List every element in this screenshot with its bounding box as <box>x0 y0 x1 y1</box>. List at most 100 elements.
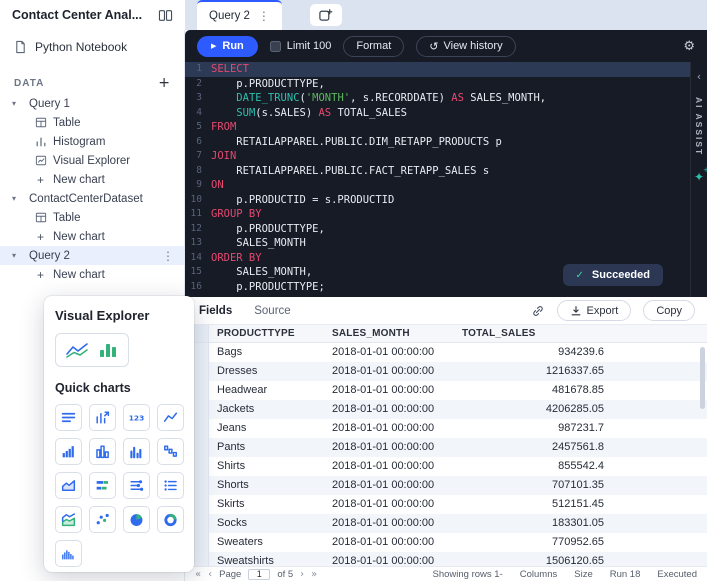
first-page-icon[interactable]: « <box>195 569 201 580</box>
area-icon <box>60 477 77 494</box>
code-line: 12 p.PRODUCTTYPE, <box>185 222 690 237</box>
line-icon <box>162 409 179 426</box>
quick-chart-list[interactable] <box>157 472 184 499</box>
table-row[interactable]: Shirts2018-01-01 00:00:00855542.4 <box>185 457 707 476</box>
cell: 2018-01-01 00:00:00 <box>324 533 454 552</box>
sidebar-item-table[interactable]: Table <box>0 113 184 132</box>
column-header-total_sales[interactable]: TOTAL_SALES <box>454 325 614 342</box>
chevron-down-icon[interactable]: ▾ <box>12 251 23 260</box>
sidebar-item-new-chart[interactable]: +New chart <box>0 265 184 284</box>
item-label: Table <box>53 117 81 129</box>
prev-page-icon[interactable]: ‹ <box>208 569 212 580</box>
quick-chart-dot-plot[interactable] <box>123 472 150 499</box>
quick-chart-histogram[interactable] <box>55 438 82 465</box>
run-button[interactable]: ▶ Run <box>197 36 258 57</box>
cell: 2018-01-01 00:00:00 <box>324 495 454 514</box>
limit-label: Limit 100 <box>287 40 332 52</box>
multi-line-chart-icon[interactable] <box>65 341 89 359</box>
item-menu-icon[interactable]: ⋮ <box>162 249 184 263</box>
quick-chart-donut[interactable] <box>157 506 184 533</box>
tab-fields[interactable]: Fields <box>199 305 232 317</box>
table-row[interactable]: Dresses2018-01-01 00:00:001216337.65 <box>185 362 707 381</box>
table-row[interactable]: Jeans2018-01-01 00:00:00987231.7 <box>185 419 707 438</box>
cell: 183301.05 <box>454 514 614 533</box>
tab-query-2[interactable]: Query 2 ⋮ <box>197 0 282 30</box>
quick-chart-waterfall[interactable] <box>157 438 184 465</box>
table-row[interactable]: Jackets2018-01-01 00:00:004206285.05 <box>185 400 707 419</box>
sql-code-area[interactable]: 1SELECT2 p.PRODUCTTYPE,3 DATE_TRUNC('MON… <box>185 62 690 297</box>
green-column-chart-icon[interactable] <box>97 341 119 359</box>
sidebar-item-query-1[interactable]: ▾Query 1 <box>0 94 184 113</box>
table-row[interactable]: Headwear2018-01-01 00:00:00481678.85 <box>185 381 707 400</box>
table-row[interactable]: Bags2018-01-01 00:00:00934239.6 <box>185 343 707 362</box>
quick-chart-mini-histogram[interactable] <box>55 540 82 567</box>
chevron-down-icon[interactable]: ▾ <box>12 99 23 108</box>
quick-chart-big-number[interactable]: 123 <box>123 404 150 431</box>
quick-chart-area[interactable] <box>55 472 82 499</box>
column-header-producttype[interactable]: PRODUCTTYPE <box>209 325 324 342</box>
add-data-icon[interactable]: + <box>158 76 170 90</box>
size-label[interactable]: Size <box>574 569 592 580</box>
play-icon: ▶ <box>211 42 216 50</box>
quick-chart-pie[interactable] <box>123 506 150 533</box>
status-label: Succeeded <box>592 269 650 281</box>
quick-chart-column[interactable] <box>89 438 116 465</box>
sidebar-item-table[interactable]: Table <box>0 208 184 227</box>
last-page-icon[interactable]: » <box>311 569 317 580</box>
sidebar-item-query-2[interactable]: ▾Query 2⋮ <box>0 246 184 265</box>
table-row[interactable]: Pants2018-01-01 00:00:002457561.8 <box>185 438 707 457</box>
history-icon: ↺ <box>429 40 438 53</box>
table-row[interactable]: Sweaters2018-01-01 00:00:00770952.65 <box>185 533 707 552</box>
table-row[interactable]: Socks2018-01-01 00:00:00183301.05 <box>185 514 707 533</box>
editor-toolbar: ▶ Run Limit 100 Format ↺ View history ⚙ <box>185 30 707 62</box>
table-row[interactable]: Shorts2018-01-01 00:00:00707101.35 <box>185 476 707 495</box>
table-row[interactable]: Sweatshirts2018-01-01 00:00:001506120.65 <box>185 552 707 566</box>
cell: 1216337.65 <box>454 362 614 381</box>
chevron-down-icon[interactable]: ▾ <box>12 194 23 203</box>
quick-chart-table[interactable] <box>55 404 82 431</box>
sidebar-item-new-chart[interactable]: +New chart <box>0 227 184 246</box>
code-line: 10 p.PRODUCTID = s.PRODUCTID <box>185 193 690 208</box>
view-history-button[interactable]: ↺ View history <box>416 36 515 57</box>
link-icon[interactable] <box>531 304 545 318</box>
pivot-icon <box>94 409 111 426</box>
sidebar-item-contactcenterdataset[interactable]: ▾ContactCenterDataset <box>0 189 184 208</box>
histogram-icon <box>34 136 47 147</box>
format-button[interactable]: Format <box>343 36 404 57</box>
ai-assist-strip[interactable]: ‹ AI ASSIST ✦+ <box>690 62 707 297</box>
quick-chart-line[interactable] <box>157 404 184 431</box>
run-label: Run <box>222 40 243 52</box>
quick-chart-scatter[interactable] <box>89 506 116 533</box>
export-button[interactable]: Export <box>557 300 632 321</box>
settings-gear-icon[interactable]: ⚙ <box>683 39 695 54</box>
sidebar-item-new-chart[interactable]: +New chart <box>0 170 184 189</box>
quick-chart-stacked-bar[interactable] <box>89 472 116 499</box>
quick-chart-stacked-area[interactable] <box>55 506 82 533</box>
sidebar-item-python-notebook[interactable]: Python Notebook <box>0 30 184 62</box>
tab-menu-icon[interactable]: ⋮ <box>258 9 270 23</box>
cell: Pants <box>209 438 324 457</box>
results-panel: Fields Source Export Copy PRODUCTTYPESAL… <box>185 297 707 566</box>
columns-label[interactable]: Columns <box>520 569 558 580</box>
ai-sparkle-icon[interactable]: ✦+ <box>694 170 704 184</box>
cell: 2018-01-01 00:00:00 <box>324 476 454 495</box>
sidebar-item-histogram[interactable]: Histogram <box>0 132 184 151</box>
column-header-sales_month[interactable]: SALES_MONTH <box>324 325 454 342</box>
limit-checkbox[interactable] <box>270 41 281 52</box>
results-scrollbar[interactable] <box>700 347 705 409</box>
collapse-ai-panel-icon[interactable]: ‹ <box>697 70 701 83</box>
explorer-chart-buttons[interactable] <box>55 333 129 367</box>
sidebar-item-visual-explorer[interactable]: Visual Explorer <box>0 151 184 170</box>
table-row[interactable]: Skirts2018-01-01 00:00:00512151.45 <box>185 495 707 514</box>
next-page-icon[interactable]: › <box>300 569 304 580</box>
tab-source[interactable]: Source <box>254 305 290 317</box>
quick-chart-grouped-column[interactable] <box>123 438 150 465</box>
copy-button[interactable]: Copy <box>643 300 695 321</box>
new-query-tab-button[interactable] <box>310 4 342 26</box>
cell: Shirts <box>209 457 324 476</box>
collapse-panels-icon[interactable] <box>158 9 173 22</box>
results-table-header: PRODUCTTYPESALES_MONTHTOTAL_SALES <box>185 324 707 343</box>
page-input[interactable] <box>248 569 270 580</box>
quick-chart-pivot[interactable] <box>89 404 116 431</box>
cell: Headwear <box>209 381 324 400</box>
